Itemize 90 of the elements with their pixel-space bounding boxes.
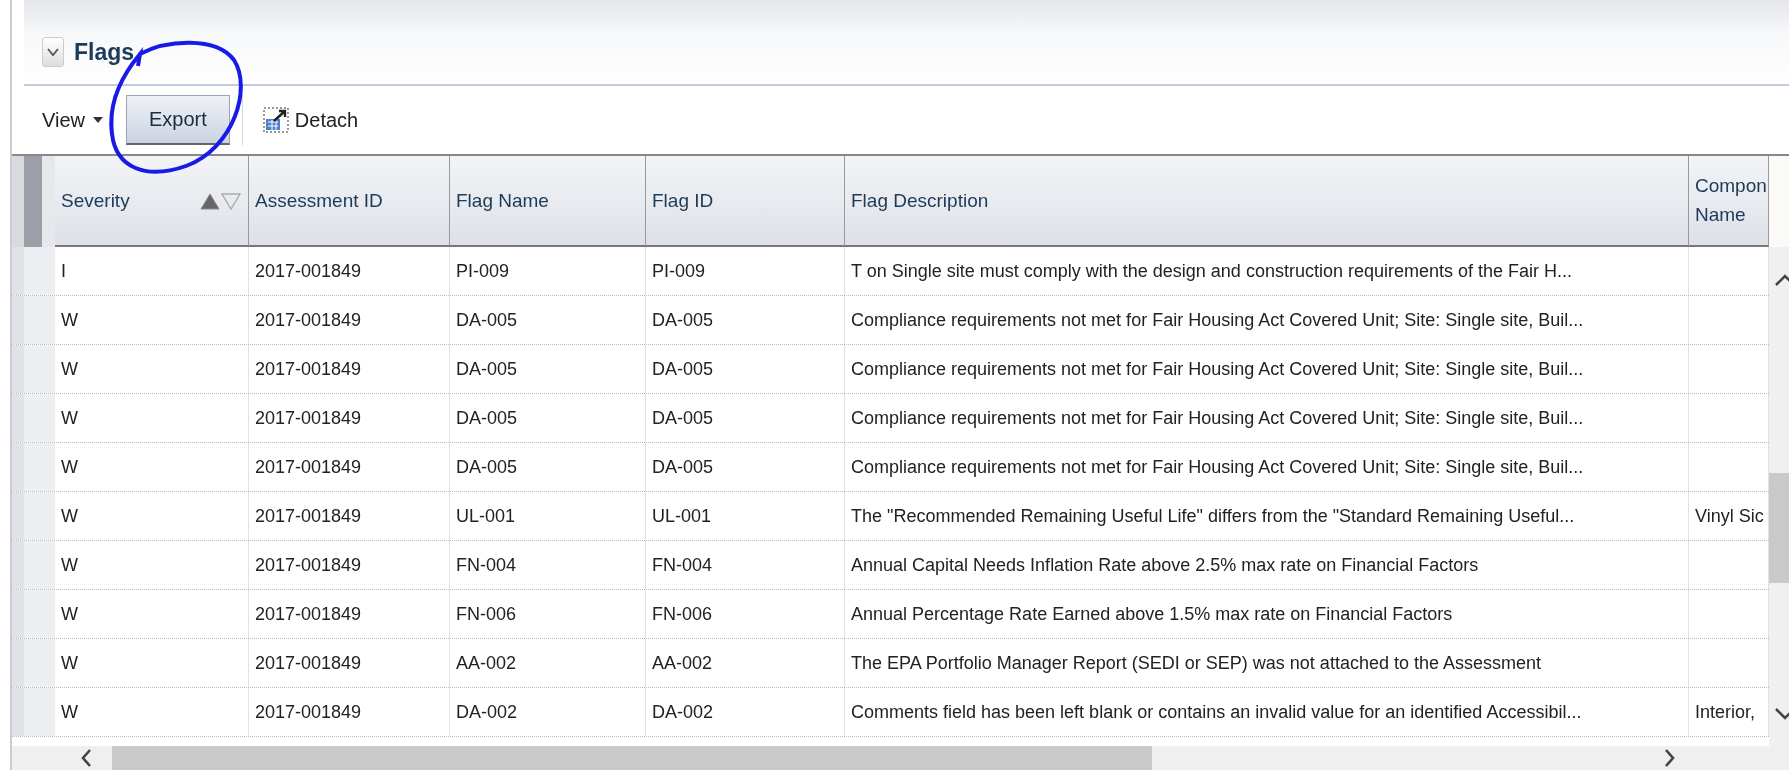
table-cell: Compliance requirements not met for Fair Housing Act Covered Unit; Site: Single site, Buil... [851,456,1584,478]
table-cell: Interior, [1695,701,1756,723]
row-header[interactable] [12,590,55,638]
table-cell: Compliance requirements not met for Fair Housing Act Covered Unit; Site: Single site, Buil... [851,358,1584,380]
table-row[interactable]: W 2017-001849 AA-002 AA-002 The EPA Portfolio Manager Report (SEDI or SEP) was not attached to the Assessment [12,639,1769,688]
row-header[interactable] [12,247,55,295]
table-cell: Compliance requirements not met for Fair Housing Act Covered Unit; Site: Single site, Buil... [851,309,1584,331]
export-button[interactable]: Export [126,95,230,145]
caret-icon [93,117,103,123]
table-cell: T on Single site must comply with the design and construction requirements of the Fair H... [851,260,1572,282]
table-cell: 2017-001849 [255,309,362,331]
table-cell: W [61,505,78,527]
table-cell: DA-005 [652,358,714,380]
table-row[interactable]: W 2017-001849 FN-006 FN-006 Annual Percentage Rate Earned above 1.5% max rate on Financial Factors [12,590,1769,639]
table-cell: 2017-001849 [255,456,362,478]
table-cell: 2017-001849 [255,260,362,282]
detach-icon [262,107,289,133]
table-cell: FN-006 [456,603,517,625]
column-header[interactable]: Compon Name [1689,156,1769,247]
table-cell: 2017-001849 [255,701,362,723]
table-cell: 2017-001849 [255,358,362,380]
table-cell: PI-009 [652,260,706,282]
column-header[interactable]: Flag Description [845,156,1689,247]
row-header[interactable] [12,688,55,736]
table-cell: AA-002 [456,652,517,674]
table-row[interactable]: W 2017-001849 DA-005 DA-005 Compliance requirements not met for Fair Housing Act Covered Unit; Site: Single site, Buil... [12,345,1769,394]
detach-button[interactable]: Detach [254,107,359,133]
table-cell: W [61,554,78,576]
row-header[interactable] [12,345,55,393]
table-cell: AA-002 [652,652,713,674]
row-header[interactable] [12,394,55,442]
table-cell: Comments field has been left blank or contains an invalid value for an identified Accessibil... [851,701,1582,723]
chevron-icon [46,46,60,58]
collapse-toggle[interactable] [42,37,64,67]
table-row[interactable]: I 2017-001849 PI-009 PI-009 T on Single site must comply with the design and construction requirements of the Fair H... [12,247,1769,296]
table-cell: FN-004 [456,554,517,576]
row-header[interactable] [12,443,55,491]
table-cell: W [61,407,78,429]
column-header[interactable]: Severity [55,156,249,247]
table-cell: DA-005 [456,407,518,429]
table-cell: Annual Capital Needs Inflation Rate above 2.5% max rate on Financial Factors [851,554,1479,576]
scroll-left-icon[interactable] [80,748,92,768]
view-menu[interactable]: View [42,108,113,132]
table-cell: 2017-001849 [255,652,362,674]
table-cell: DA-005 [456,309,518,331]
table-cell: DA-002 [652,701,714,723]
table-cell: FN-004 [652,554,713,576]
table-cell: The "Recommended Remaining Useful Life" differs from the "Standard Remaining Useful... [851,505,1575,527]
table-cell: W [61,652,78,674]
table-cell: DA-005 [456,358,518,380]
table-cell: DA-005 [652,309,714,331]
table-row[interactable]: W 2017-001849 DA-005 DA-005 Compliance requirements not met for Fair Housing Act Covered Unit; Site: Single site, Buil... [12,443,1769,492]
table-cell: The EPA Portfolio Manager Report (SEDI or SEP) was not attached to the Assessment [851,652,1541,674]
table-cell: DA-005 [652,407,714,429]
scroll-thumb[interactable] [112,746,1152,770]
table-row[interactable]: W 2017-001849 FN-004 FN-004 Annual Capital Needs Inflation Rate above 2.5% max rate on Financial Factors [12,541,1769,590]
table-cell: I [61,260,66,282]
table-cell: Annual Percentage Rate Earned above 1.5% max rate on Financial Factors [851,603,1453,625]
row-header[interactable] [12,492,55,540]
row-header[interactable] [12,639,55,687]
table-cell: 2017-001849 [255,554,362,576]
table-cell: Compliance requirements not met for Fair Housing Act Covered Unit; Site: Single site, Buil... [851,407,1584,429]
column-header[interactable]: Flag ID [646,156,845,247]
table-cell: W [61,358,78,380]
table-cell: W [61,456,78,478]
table-cell: 2017-001849 [255,603,362,625]
table-cell: W [61,603,78,625]
horizontal-scrollbar[interactable] [12,746,1789,770]
column-header[interactable]: Assessment ID [249,156,450,247]
table-cell: FN-006 [652,603,713,625]
table-cell: 2017-001849 [255,505,362,527]
table-cell: 2017-001849 [255,407,362,429]
table-cell: Vinyl Sic [1695,505,1764,527]
table-cell: PI-009 [456,260,510,282]
table-row[interactable]: W 2017-001849 DA-005 DA-005 Compliance requirements not met for Fair Housing Act Covered Unit; Site: Single site, Buil... [12,394,1769,443]
table-cell: UL-001 [652,505,712,527]
table-cell: W [61,309,78,331]
table-row[interactable]: W 2017-001849 DA-005 DA-005 Compliance requirements not met for Fair Housing Act Covered Unit; Site: Single site, Buil... [12,296,1769,345]
table-cell: DA-005 [652,456,714,478]
table-cell: W [61,701,78,723]
table-row[interactable]: W 2017-001849 DA-002 DA-002 Comments field has been left blank or contains an invalid value for an identified Accessibil... Interior, [12,688,1769,737]
scroll-right-icon[interactable] [1664,748,1676,768]
table-row[interactable]: W 2017-001849 UL-001 UL-001 The "Recommended Remaining Useful Life" differs from the "Standard Remaining Useful... Vinyl Sic [12,492,1769,541]
panel-title: Flags [74,38,135,66]
table-cell: DA-002 [456,701,518,723]
column-header[interactable]: Flag Name [450,156,646,247]
row-header[interactable] [12,541,55,589]
table-cell: DA-005 [456,456,518,478]
row-header[interactable] [12,296,55,344]
table-cell: UL-001 [456,505,516,527]
